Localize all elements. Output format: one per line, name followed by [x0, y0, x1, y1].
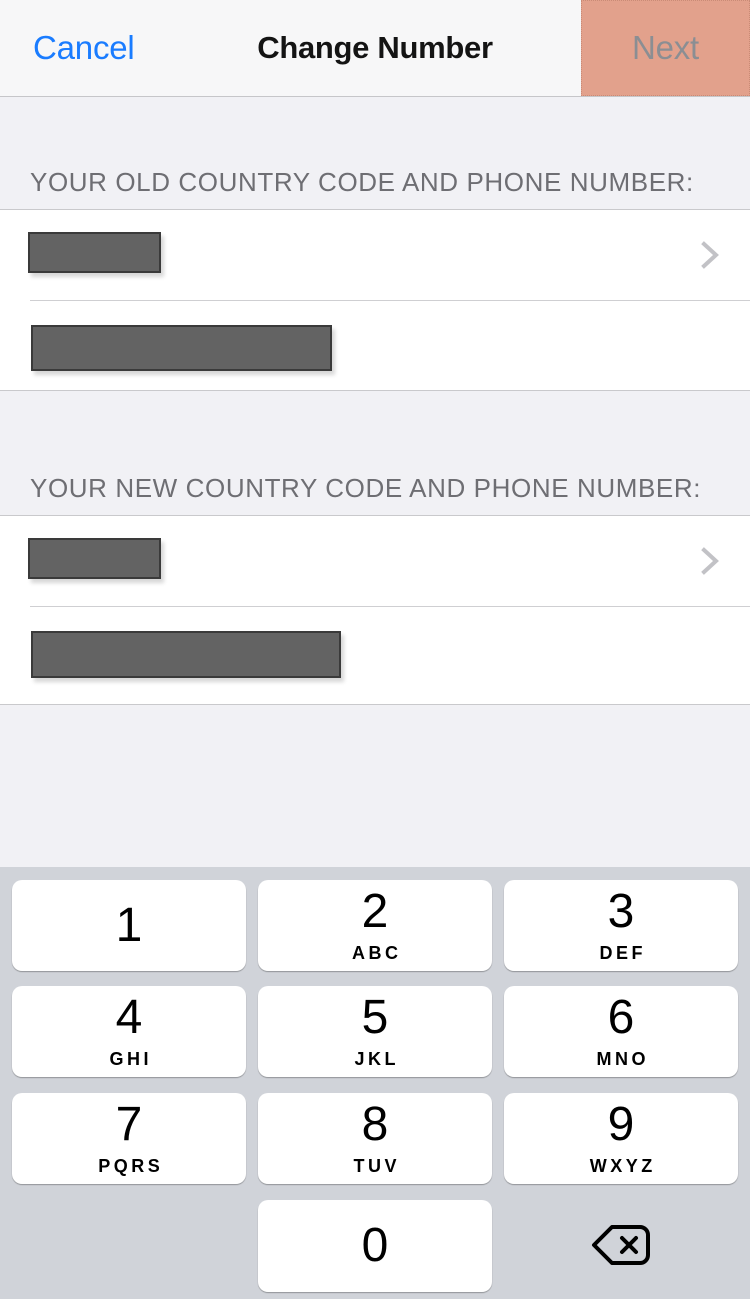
new-country-code-row[interactable] [0, 516, 750, 606]
key-8-letters: TUV [353, 1155, 400, 1176]
new-phone-number-row[interactable] [0, 606, 750, 705]
chevron-right-icon [699, 235, 723, 275]
key-2-letters: ABC [352, 942, 402, 963]
chevron-right-icon [699, 541, 723, 581]
key-5-digit: 5 [361, 990, 389, 1044]
row-separator [30, 606, 750, 607]
section-header-old: YOUR OLD COUNTRY CODE AND PHONE NUMBER: [0, 97, 750, 210]
next-button-label: Next [631, 29, 700, 66]
key-4-digit: 4 [115, 990, 143, 1044]
next-button[interactable]: Next [581, 0, 750, 96]
backspace-key[interactable] [504, 1200, 738, 1292]
key-9-letters: WXYZ [589, 1155, 656, 1176]
new-country-code-value-redacted [28, 538, 161, 579]
old-country-code-row[interactable] [0, 210, 750, 300]
key-2-digit: 2 [361, 884, 389, 938]
key-8[interactable]: 8 TUV [258, 1093, 492, 1184]
old-phone-number-row[interactable] [0, 300, 750, 391]
key-7[interactable]: 7 PQRS [12, 1093, 246, 1184]
old-phone-number-value-redacted [31, 325, 332, 371]
key-6[interactable]: 6 MNO [504, 986, 738, 1077]
key-4-letters: GHI [109, 1048, 152, 1069]
backspace-delete-icon [590, 1223, 652, 1270]
key-3-letters: DEF [599, 942, 646, 963]
key-4[interactable]: 4 GHI [12, 986, 246, 1077]
key-1[interactable]: 1 [12, 880, 246, 971]
row-separator [30, 300, 750, 301]
content-filler [0, 705, 750, 867]
cancel-button[interactable]: Cancel [33, 0, 135, 96]
key-5-letters: JKL [354, 1048, 399, 1069]
key-6-digit: 6 [607, 990, 635, 1044]
key-0[interactable]: 0 [258, 1200, 492, 1292]
section-header-new: YOUR NEW COUNTRY CODE AND PHONE NUMBER: [0, 391, 750, 516]
new-phone-number-value-redacted [31, 631, 341, 678]
key-7-letters: PQRS [98, 1155, 164, 1176]
key-2[interactable]: 2 ABC [258, 880, 492, 971]
navigation-bar: Change Number Cancel Next [0, 0, 750, 97]
key-6-letters: MNO [596, 1048, 649, 1069]
key-3[interactable]: 3 DEF [504, 880, 738, 971]
section-header-old-label: YOUR OLD COUNTRY CODE AND PHONE NUMBER: [30, 167, 694, 197]
key-0-digit: 0 [361, 1219, 389, 1272]
key-5[interactable]: 5 JKL [258, 986, 492, 1077]
key-8-digit: 8 [361, 1097, 389, 1151]
key-7-digit: 7 [115, 1097, 143, 1151]
key-3-digit: 3 [607, 884, 635, 938]
key-9-digit: 9 [607, 1097, 635, 1151]
key-9[interactable]: 9 WXYZ [504, 1093, 738, 1184]
numeric-keypad: 1 2 ABC 3 DEF 4 GHI 5 JKL 6 MNO 7 PQRS 8… [0, 867, 750, 1299]
change-number-screen: Change Number Cancel Next YOUR OLD COUNT… [0, 0, 750, 1299]
key-1-digit: 1 [115, 898, 143, 952]
section-header-new-label: YOUR NEW COUNTRY CODE AND PHONE NUMBER: [30, 473, 702, 503]
old-country-code-value-redacted [28, 232, 161, 273]
